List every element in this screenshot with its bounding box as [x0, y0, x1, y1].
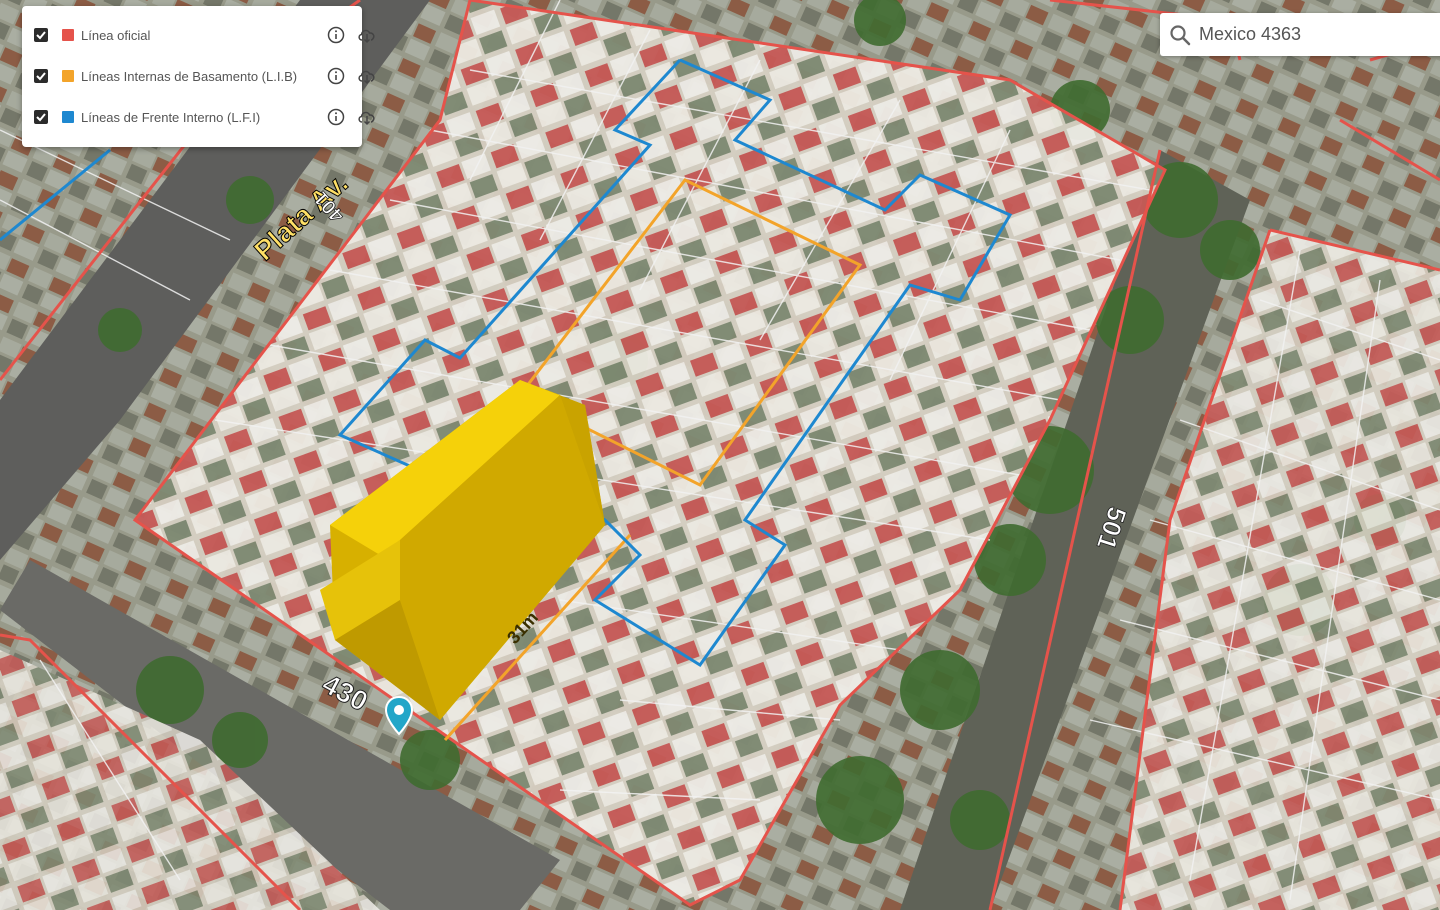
layer-row-linea-oficial: Línea oficial: [22, 15, 375, 55]
info-icon[interactable]: [327, 26, 345, 44]
search-input[interactable]: [1199, 21, 1439, 47]
cloud-download-icon[interactable]: [357, 67, 377, 85]
search-box: [1160, 13, 1440, 56]
cloud-download-icon[interactable]: [357, 108, 377, 126]
layers-panel: Línea oficial Líneas Internas de Basamen…: [22, 6, 375, 147]
cloud-download-icon[interactable]: [357, 26, 377, 44]
layer-row-lfi: Líneas de Frente Interno (L.F.I): [22, 97, 375, 137]
info-icon[interactable]: [327, 108, 345, 126]
layer-color-swatch: [62, 70, 74, 82]
location-pin-icon[interactable]: [384, 695, 414, 736]
layer-color-swatch: [62, 111, 74, 123]
layer-label: Línea oficial: [81, 27, 151, 43]
layer-color-swatch: [62, 29, 74, 41]
layer-checkbox[interactable]: [34, 28, 48, 42]
info-icon[interactable]: [327, 67, 345, 85]
layer-label: Líneas Internas de Basamento (L.I.B): [81, 68, 298, 84]
layer-checkbox[interactable]: [34, 69, 48, 83]
layer-checkbox[interactable]: [34, 110, 48, 124]
layer-row-lib: Líneas Internas de Basamento (L.I.B): [22, 56, 375, 96]
layer-label: Líneas de Frente Interno (L.F.I): [81, 109, 261, 125]
search-icon[interactable]: [1169, 24, 1191, 46]
